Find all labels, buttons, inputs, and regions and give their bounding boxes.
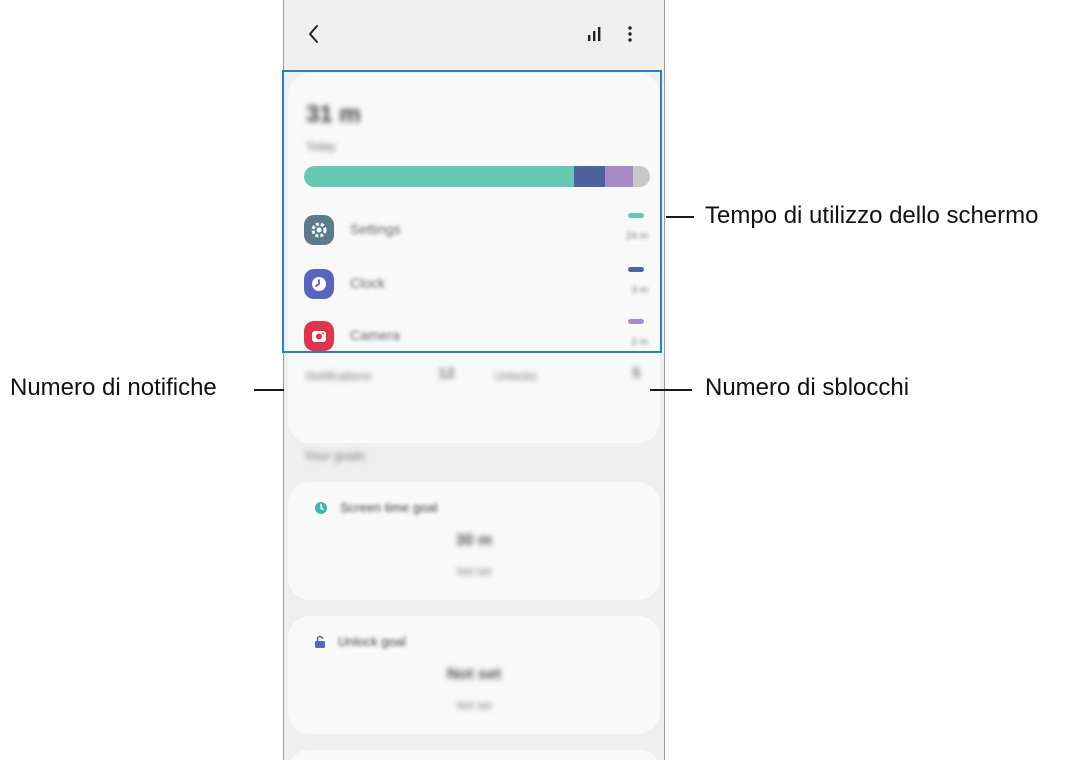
more-vert-icon[interactable] xyxy=(618,22,642,46)
notifications-count: 12 xyxy=(438,365,455,382)
next-card[interactable] xyxy=(288,750,660,760)
unlocks-label: Unlocks xyxy=(494,369,537,383)
goal-value: 30 m xyxy=(455,532,493,549)
goal-value: Not set xyxy=(446,666,502,683)
callout-unlocks: Numero di sblocchi xyxy=(705,374,910,401)
goal-title: Screen time goal xyxy=(340,500,438,515)
goal-header: Unlock goal xyxy=(314,634,406,649)
callout-leader-notifications xyxy=(254,389,284,391)
notifications-label: Notifications xyxy=(306,369,372,383)
callout-leader-screen-time xyxy=(666,216,694,218)
usage-counts: Notifications 12 Unlocks 5 xyxy=(288,361,660,391)
section-title-goals: Your goals xyxy=(304,448,365,463)
app-bar xyxy=(284,0,664,68)
callout-leader-unlocks xyxy=(650,389,692,391)
goal-header: Screen time goal xyxy=(314,500,438,515)
screen-time-highlight-box xyxy=(282,70,662,353)
bar-chart-icon[interactable] xyxy=(582,22,610,46)
goal-subtitle: Not set xyxy=(456,566,492,578)
goal-subtitle: Not set xyxy=(456,700,492,712)
goal-title: Unlock goal xyxy=(338,634,406,649)
callout-screen-time: Tempo di utilizzo dello schermo xyxy=(705,202,1039,229)
callout-notifications: Numero di notifiche xyxy=(10,374,217,401)
unlock-icon xyxy=(314,635,326,649)
chevron-left-icon[interactable] xyxy=(298,20,328,48)
unlocks-count: 5 xyxy=(632,365,641,382)
screen-time-goal-card[interactable]: Screen time goal 30 m Not set xyxy=(288,482,660,600)
clock-icon xyxy=(314,501,328,515)
unlock-goal-card[interactable]: Unlock goal Not set Not set xyxy=(288,616,660,734)
